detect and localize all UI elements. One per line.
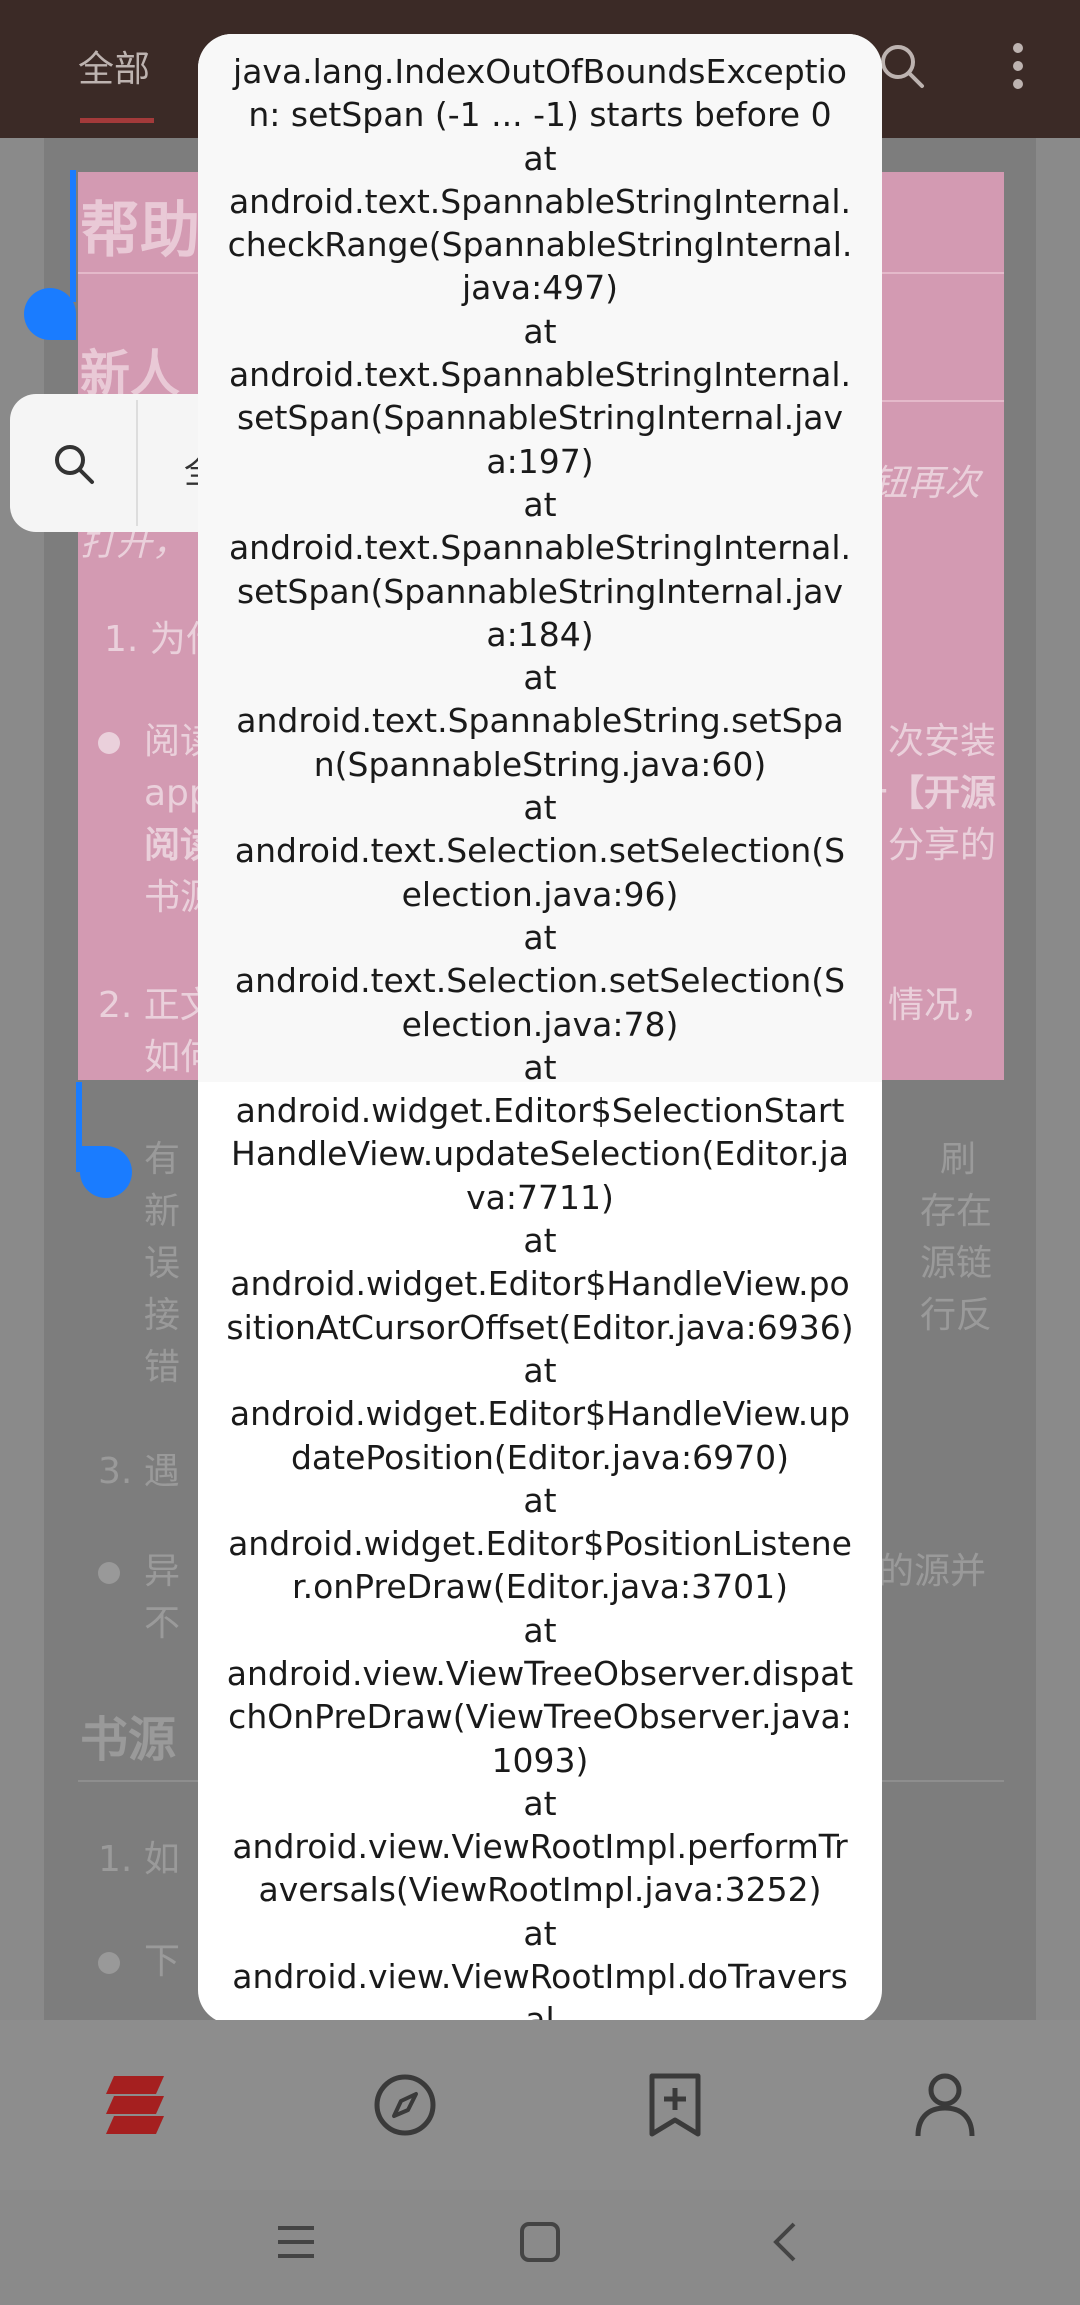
back-icon[interactable] (756, 2212, 816, 2272)
profile-icon[interactable] (910, 2070, 980, 2140)
help-text: 1. 如 (98, 1839, 180, 1880)
tab-all[interactable]: 全部 (78, 40, 150, 92)
help-text: 钮再次 (872, 463, 981, 504)
help-text: 次安装 (888, 721, 997, 762)
bullet (98, 732, 120, 754)
bullet (98, 1562, 120, 1584)
error-message: java.lang.IndexOutOfBoundsException: set… (226, 52, 854, 2024)
search-icon[interactable] (50, 440, 98, 488)
bullet (98, 1952, 120, 1974)
home-icon[interactable] (510, 2212, 570, 2272)
help-text: 错 (144, 1347, 181, 1388)
help-text: 有 (144, 1139, 181, 1180)
divider (136, 400, 138, 526)
help-text: 行反 (920, 1295, 993, 1336)
help-text: 接 (144, 1295, 181, 1336)
bookshelf-icon[interactable] (100, 2070, 170, 2140)
error-toast: java.lang.IndexOutOfBoundsException: set… (198, 34, 882, 2024)
more-vert-icon[interactable] (990, 38, 1046, 94)
tab-indicator (80, 118, 154, 123)
help-text: 分享的 (888, 825, 997, 866)
explore-icon[interactable] (370, 2070, 440, 2140)
help-text: 下 (144, 1941, 181, 1982)
search-icon[interactable] (874, 38, 930, 94)
help-text: 存在 (920, 1191, 993, 1232)
help-text: 新 (144, 1191, 181, 1232)
rss-bookmark-icon[interactable] (640, 2070, 710, 2140)
help-text: 3. 遇 (98, 1451, 180, 1492)
selection-start-handle[interactable] (20, 170, 82, 346)
help-text: 刷 (940, 1139, 977, 1180)
help-text: 书源 (80, 1712, 177, 1768)
help-title: 帮助 (80, 196, 200, 266)
help-text: 源链 (920, 1243, 993, 1284)
selection-end-handle[interactable] (76, 1082, 138, 1202)
help-text: 情况， (888, 985, 997, 1026)
menu-icon[interactable] (266, 2212, 326, 2272)
help-text: 不 (144, 1603, 181, 1644)
help-text: 异 (144, 1551, 181, 1592)
help-text: 的源并 (878, 1551, 987, 1592)
help-text: 误 (144, 1243, 181, 1284)
